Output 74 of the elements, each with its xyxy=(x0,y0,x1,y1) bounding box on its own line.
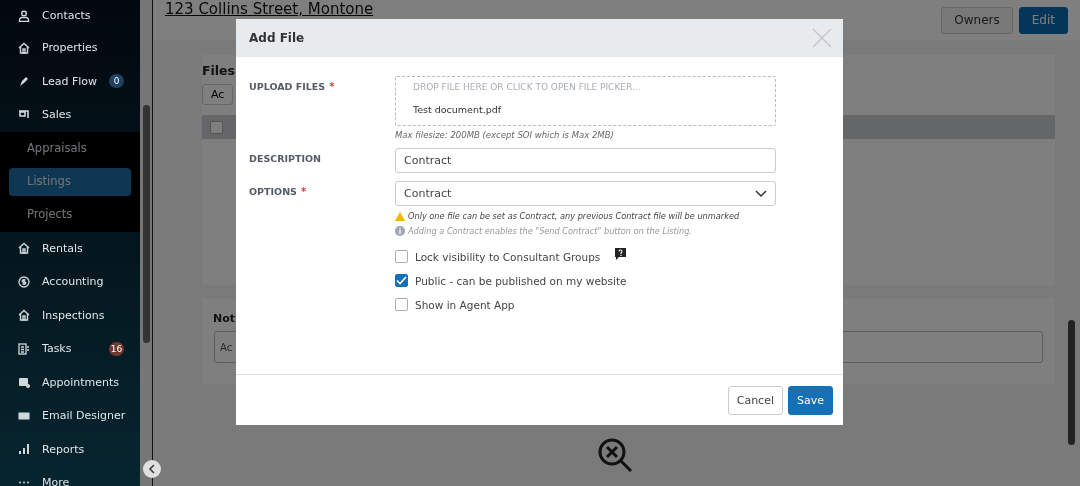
sidebar-label: More xyxy=(42,476,70,486)
file-name: Test document.pdf xyxy=(413,104,503,115)
sidebar-label: Appointments xyxy=(42,375,120,389)
sidebar-label: Reports xyxy=(42,442,85,456)
info-text: Adding a Contract enables the "Send Contract" button on the Listing. xyxy=(408,226,692,236)
field-label: OPTIONS xyxy=(249,186,297,197)
sidebar-label: Accounting xyxy=(42,275,104,289)
warning-text: Only one file can be set as Contract, any previous Contract file will be unmarked xyxy=(408,211,740,221)
submenu-item[interactable]: Appraisals xyxy=(9,131,131,165)
sidebar-label: Sales xyxy=(42,108,72,122)
required-mark: * xyxy=(329,81,335,92)
checkbox-label: Show in Agent App xyxy=(415,298,515,311)
person-icon xyxy=(18,9,30,22)
count-badge: 0 xyxy=(109,74,124,89)
sidebar-item[interactable]: Lead Flow 0 xyxy=(0,64,140,98)
sidebar-label: Tasks xyxy=(42,342,72,356)
chevron-left-icon xyxy=(148,464,156,474)
add-button[interactable]: Ac xyxy=(202,84,234,105)
checkbox-label: Lock visibility to Consultant Groups xyxy=(415,250,601,263)
sidebar-item[interactable]: Contacts xyxy=(0,0,140,31)
scrollbar[interactable] xyxy=(140,0,153,486)
size-note: Max filesize: 200MB (except SOI which is Max 2MB) xyxy=(395,130,615,140)
checkbox-label: Public - can be published on my website xyxy=(415,274,627,287)
sidebar-label: Lead Flow xyxy=(41,74,97,88)
drop-hint: DROP FILE HERE OR CLICK TO OPEN FILE PICKER... xyxy=(413,82,642,92)
submenu-item[interactable]: Projects xyxy=(9,198,131,232)
dialog-button[interactable]: Save xyxy=(788,385,833,415)
chevron-down-icon xyxy=(755,189,767,198)
count-badge: 16 xyxy=(109,341,124,356)
sidebar-label: Properties xyxy=(42,41,98,55)
sidebar-item[interactable]: Tasks 16 xyxy=(0,332,140,366)
sidebar-item[interactable]: Accounting xyxy=(0,265,140,299)
sidebar-label: Contacts xyxy=(42,9,91,22)
calendar-icon xyxy=(18,376,30,389)
help-icon[interactable] xyxy=(615,247,627,260)
checkbox[interactable] xyxy=(395,250,408,263)
card-heading: Not xyxy=(213,312,237,325)
search-icon xyxy=(597,437,635,475)
checkbox[interactable] xyxy=(210,120,223,134)
dialog-title: Add File xyxy=(249,31,305,45)
sidebar-label: Inspections xyxy=(42,308,105,322)
description-input[interactable]: Contract xyxy=(395,148,776,173)
pen-icon xyxy=(18,75,30,88)
checkbox[interactable] xyxy=(395,298,408,311)
sidebar-item[interactable]: Email Designer xyxy=(0,399,140,433)
sign-icon xyxy=(18,108,30,121)
field-label: DESCRIPTION xyxy=(249,153,322,164)
header-button[interactable]: Owners xyxy=(941,6,1013,34)
sidebar-item[interactable]: Inspections xyxy=(0,298,140,332)
dollar-icon xyxy=(18,275,30,288)
info-icon xyxy=(395,226,405,236)
warning-icon xyxy=(395,211,405,221)
sidebar-label: Rentals xyxy=(42,241,83,255)
sidebar-label: Email Designer xyxy=(42,409,126,423)
property-title[interactable]: 123 Collins Street, Montone xyxy=(165,1,374,18)
house-icon xyxy=(18,41,30,54)
sidebar-item[interactable]: Reports xyxy=(0,432,140,466)
sidebar-item[interactable]: Properties xyxy=(0,31,140,65)
bars-icon xyxy=(18,443,30,456)
checkbox[interactable] xyxy=(395,274,408,287)
dots-icon xyxy=(18,481,30,485)
dialog-button[interactable]: Cancel xyxy=(727,385,783,415)
required-mark: * xyxy=(300,186,307,197)
file-drop-zone[interactable]: DROP FILE HERE OR CLICK TO OPEN FILE PICKER... Test document.pdf xyxy=(395,76,776,126)
field-label: UPLOAD FILES xyxy=(249,81,326,92)
sidebar-item[interactable]: More xyxy=(0,466,140,486)
house2-icon xyxy=(18,242,30,255)
list-icon xyxy=(18,342,30,355)
house3-icon xyxy=(18,309,30,322)
options-dropdown[interactable]: Contract xyxy=(395,181,776,206)
sidebar-item[interactable]: Sales xyxy=(0,98,140,132)
sidebar-item[interactable]: Rentals xyxy=(0,231,140,265)
sidebar-item[interactable]: Appointments xyxy=(0,365,140,399)
card-heading: Files xyxy=(202,63,237,78)
